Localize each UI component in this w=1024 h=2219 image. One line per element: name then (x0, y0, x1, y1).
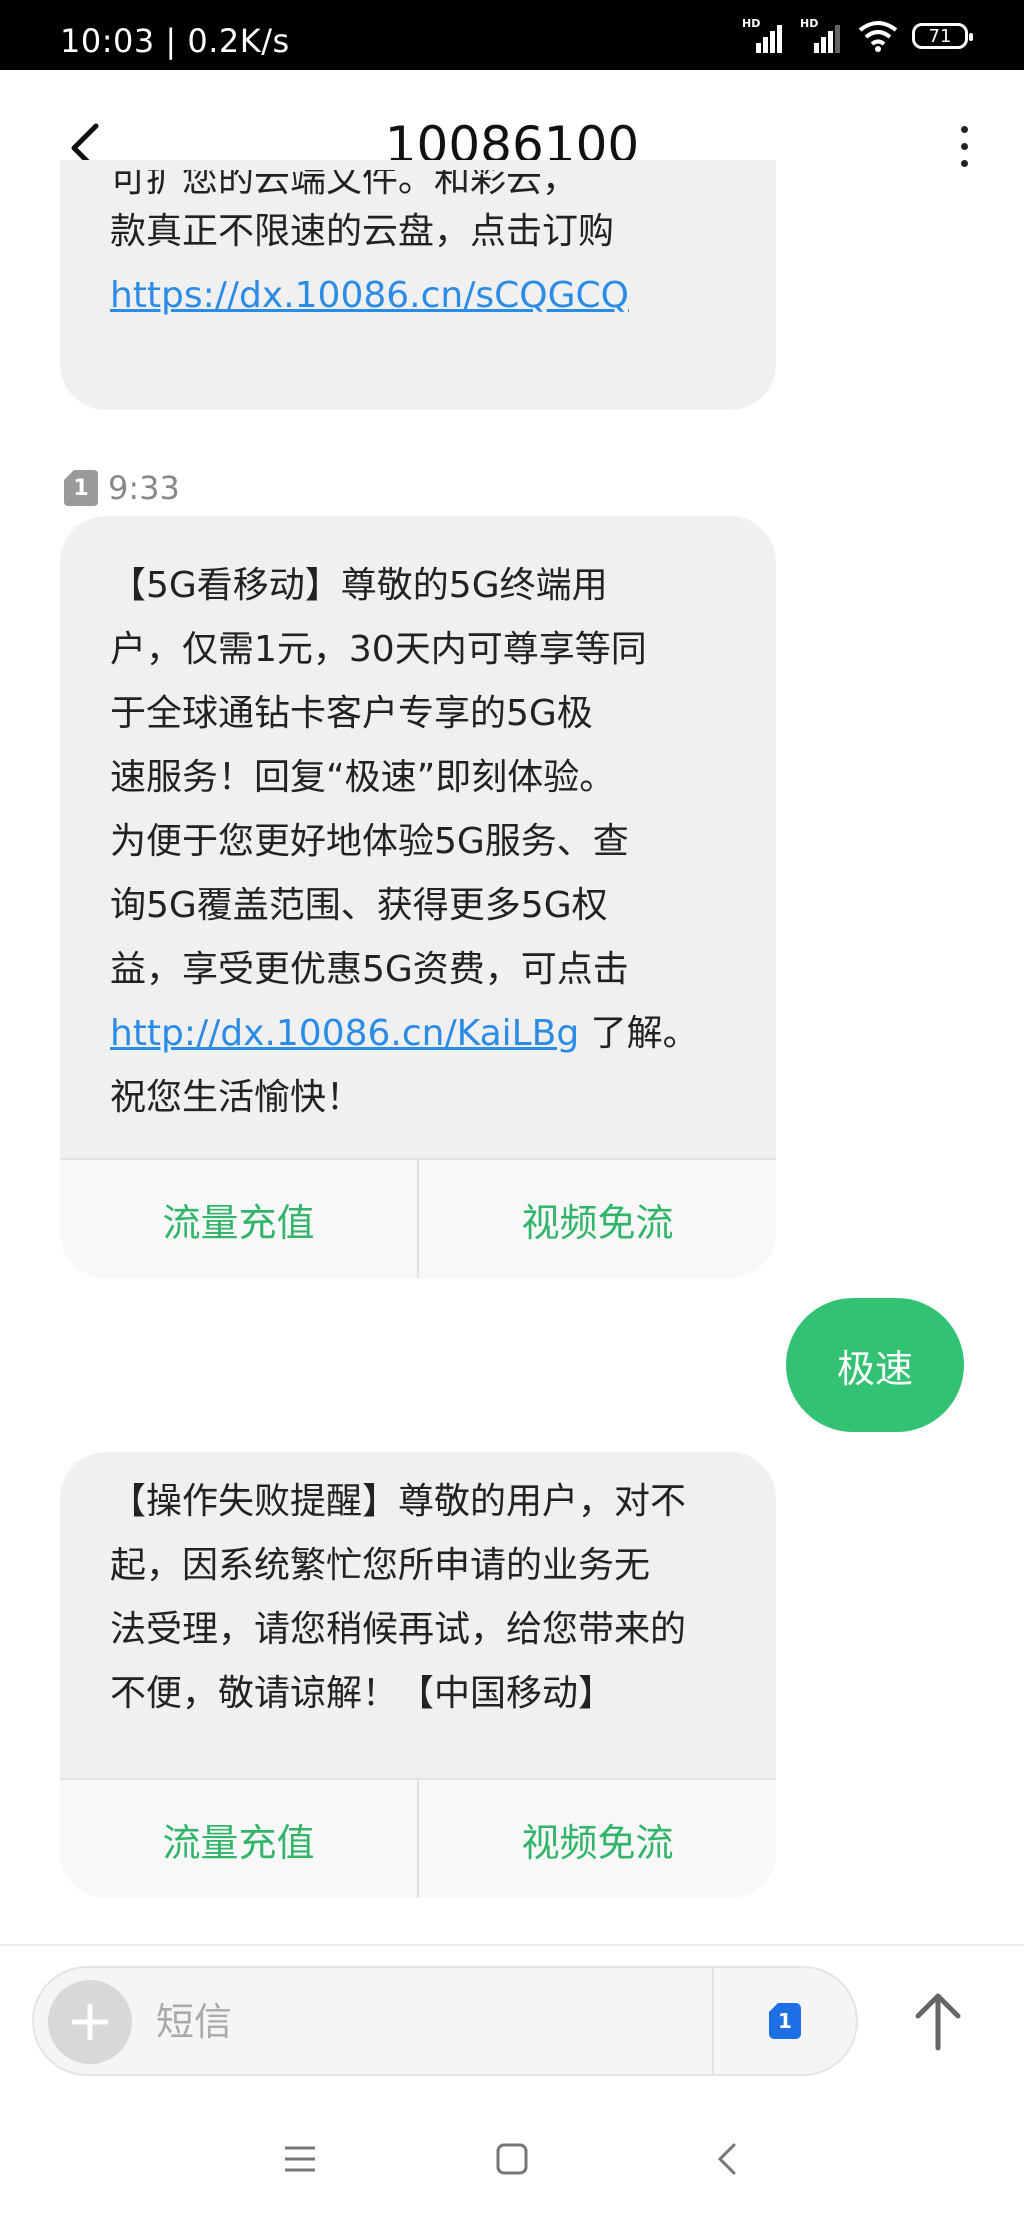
chevron-left-icon (717, 2143, 736, 2175)
received-message[interactable]: 【操作失败提醒】尊敬的用户，对不 起，因系统繁忙您所申请的业务无 法受理，请您稍… (60, 1452, 776, 1898)
message-link[interactable]: http://dx.10086.cn/KaiLBg (110, 1013, 579, 1054)
timestamp-text: 9:33 (108, 469, 180, 507)
message-line: 款真正不限速的云盘，点击订购 (110, 211, 615, 252)
wifi-icon (858, 21, 898, 52)
message-link[interactable]: https://dx.10086.cn/sCQGCQ (110, 275, 629, 316)
message-line: 祝您生活愉快！ (110, 1077, 363, 1118)
data-recharge-button[interactable]: 流量充值 (60, 1780, 417, 1898)
more-dot-icon (960, 159, 968, 167)
message-line: 不便，敬请谅解！【中国移动】 (110, 1673, 615, 1714)
compose-field-container: 1 (32, 1966, 858, 2076)
square-icon (496, 2143, 528, 2175)
menu-icon (285, 2146, 315, 2172)
sim-card-icon: 1 (769, 2003, 801, 2039)
message-line: 可扩您的云端文件。和彩云， (110, 170, 579, 200)
message-line: 速服务！回复“极速”即刻体验。 (110, 757, 616, 798)
signal-icon: HD (742, 17, 786, 53)
recent-apps-button[interactable] (275, 2134, 325, 2184)
arrow-up-icon (915, 1993, 961, 2051)
quick-actions: 流量充值 视频免流 (60, 1158, 776, 1278)
signal-icon: HD (800, 17, 844, 53)
received-message[interactable]: 可扩您的云端文件。和彩云， 款真正不限速的云盘，点击订购 https://dx.… (60, 160, 776, 410)
sim-select-button[interactable]: 1 (712, 1968, 856, 2074)
video-free-data-button[interactable]: 视频免流 (417, 1160, 776, 1278)
compose-bar: 1 (0, 1944, 1024, 2098)
message-line: 【操作失败提醒】尊敬的用户，对不 (110, 1481, 687, 1522)
battery-icon: 71 (912, 23, 973, 49)
video-free-data-button[interactable]: 视频免流 (417, 1780, 776, 1898)
message-line: 户，仅需1元，30天内可尊享等同 (110, 629, 647, 670)
sent-message[interactable]: 极速 (786, 1298, 964, 1432)
system-nav-bar (0, 2096, 1024, 2219)
nav-back-button[interactable] (702, 2134, 752, 2184)
more-options-button[interactable] (944, 114, 984, 178)
status-bar: 10:03 | 0.2K/s HD HD 71 (0, 0, 1024, 70)
data-recharge-button[interactable]: 流量充值 (60, 1160, 417, 1278)
message-text: 了解。 (579, 1013, 699, 1054)
quick-actions: 流量充值 视频免流 (60, 1778, 776, 1898)
message-line: 为便于您更好地体验5G服务、查 (110, 821, 629, 862)
message-line: 法受理，请您稍候再试，给您带来的 (110, 1609, 687, 1650)
message-line: 益，享受更优惠5G资费，可点击 (110, 949, 629, 990)
message-line: 【5G看移动】尊敬的5G终端用 (110, 565, 608, 606)
sim-card-icon: 1 (64, 470, 98, 506)
home-button[interactable] (487, 2134, 537, 2184)
status-icons: HD HD 71 (742, 17, 973, 54)
more-dot-icon (960, 142, 968, 150)
sms-input[interactable] (154, 1990, 738, 2054)
message-line: 起，因系统繁忙您所申请的业务无 (110, 1545, 651, 1586)
message-line: 询5G覆盖范围、获得更多5G权 (110, 885, 608, 926)
send-button[interactable] (906, 1986, 970, 2056)
status-time: 10:03 | 0.2K/s (60, 22, 290, 60)
received-message[interactable]: 【5G看移动】尊敬的5G终端用 户，仅需1元，30天内可尊享等同 于全球通钻卡客… (60, 516, 776, 1278)
message-timestamp: 1 9:33 (64, 468, 180, 508)
attach-button[interactable] (48, 1980, 132, 2064)
message-line: 于全球通钻卡客户专享的5G极 (110, 693, 593, 734)
more-dot-icon (960, 125, 968, 133)
plus-icon (71, 2003, 109, 2041)
